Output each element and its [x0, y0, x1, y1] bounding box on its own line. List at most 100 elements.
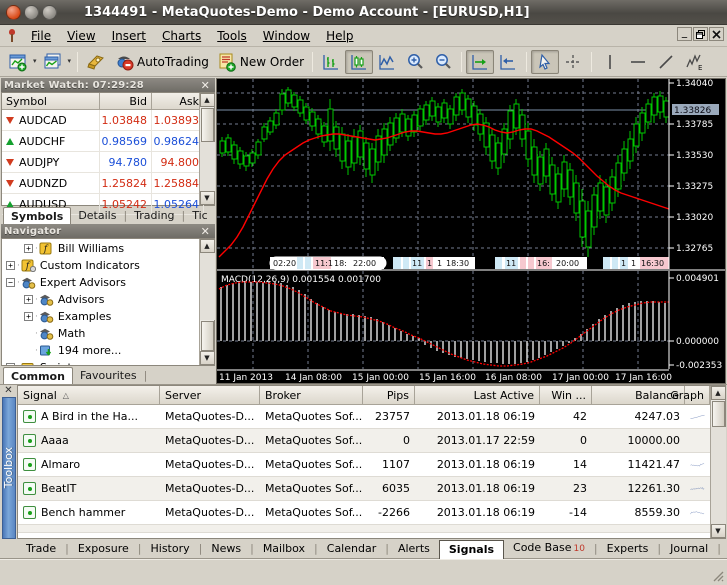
signals-scrollbar[interactable]: ▲ ▼: [710, 386, 726, 538]
zoom-in-button[interactable]: [401, 50, 429, 74]
metaeditor-button[interactable]: [82, 50, 110, 74]
tab-details[interactable]: Details: [71, 207, 123, 224]
tab-common[interactable]: Common: [3, 367, 73, 384]
market-watch-scrollbar[interactable]: ▲ ▼: [199, 93, 215, 205]
col-header-win[interactable]: Win ...: [540, 386, 592, 405]
bar-chart-button[interactable]: [317, 50, 345, 74]
menu-view[interactable]: View: [59, 27, 103, 45]
scrollbar-track[interactable]: [199, 253, 215, 320]
table-row[interactable]: A Bird in the Ha... MetaQuotes-D... Meta…: [18, 405, 710, 429]
market-watch-row[interactable]: AUDJPY 94.780 94.800: [2, 152, 204, 173]
col-header-broker[interactable]: Broker: [260, 386, 363, 405]
menu-insert[interactable]: Insert: [104, 27, 154, 45]
new-chart-button[interactable]: [4, 50, 32, 74]
window-minimize-button[interactable]: [24, 4, 39, 20]
tab-trading[interactable]: Trading: [127, 207, 181, 224]
menu-window[interactable]: Window: [255, 27, 318, 45]
nav-item-more[interactable]: · 194 more...: [2, 342, 199, 359]
table-row[interactable]: BeatIT MetaQuotes-D... MetaQuotes Sof...…: [18, 477, 710, 501]
expand-icon[interactable]: +: [24, 312, 33, 321]
chart-canvas[interactable]: 02:20 11:1 18: 22:00 11 1 1 18:30 11 16:…: [217, 79, 726, 384]
nav-item-bill-williams[interactable]: + · f Bill Williams: [2, 240, 199, 257]
col-header-last-active[interactable]: Last Active: [415, 386, 540, 405]
menu-file[interactable]: File: [23, 27, 59, 45]
market-watch-col-ask[interactable]: Ask: [152, 93, 204, 110]
market-watch-col-symbol[interactable]: Symbol: [2, 93, 100, 110]
menu-help[interactable]: Help: [318, 27, 361, 45]
scroll-up-icon[interactable]: ▲: [199, 93, 215, 107]
scrollbar-thumb[interactable]: [200, 321, 214, 351]
scroll-up-icon[interactable]: ▲: [199, 239, 215, 253]
market-watch-col-bid[interactable]: Bid: [100, 93, 152, 110]
tab-history[interactable]: History: [142, 540, 199, 558]
nav-item-advisors[interactable]: + · Advisors: [2, 291, 199, 308]
menu-tools[interactable]: Tools: [209, 27, 255, 45]
line-chart-button[interactable]: [373, 50, 401, 74]
vertical-line-tool-button[interactable]: [596, 50, 624, 74]
scroll-down-icon[interactable]: ▼: [199, 191, 215, 205]
tab-exposure[interactable]: Exposure: [69, 540, 138, 558]
nav-item-custom-indicators[interactable]: + · f Custom Indicators: [2, 257, 199, 274]
eurusd-h1-chart[interactable]: 02:20 11:1 18: 22:00 11 1 1 18:30 11 16:…: [216, 78, 726, 384]
chart-shift-button[interactable]: [466, 49, 495, 74]
tab-trade[interactable]: Trade: [17, 540, 65, 558]
tab-symbols[interactable]: Symbols: [3, 207, 72, 224]
new-chart-dropdown-arrow[interactable]: ▾: [33, 58, 37, 65]
tab-experts[interactable]: Experts: [598, 540, 658, 558]
menu-charts[interactable]: Charts: [154, 27, 209, 45]
navigator-scrollbar[interactable]: ▲ ▼: [199, 239, 215, 365]
navigator-close-icon[interactable]: ✕: [199, 225, 212, 238]
profiles-button[interactable]: [39, 50, 67, 74]
horizontal-line-tool-button[interactable]: [624, 50, 652, 74]
new-order-button[interactable]: New Order: [213, 50, 308, 74]
scroll-down-icon[interactable]: ▼: [199, 351, 215, 365]
expand-icon[interactable]: +: [6, 261, 15, 270]
mdi-close-button[interactable]: [709, 27, 724, 41]
scroll-down-icon[interactable]: ▼: [710, 524, 726, 538]
table-row-partial[interactable]: [18, 525, 710, 533]
candlestick-chart-button[interactable]: [345, 49, 374, 74]
scroll-up-icon[interactable]: ▲: [710, 386, 726, 400]
tab-calendar[interactable]: Calendar: [318, 540, 385, 558]
collapse-icon[interactable]: −: [6, 278, 15, 287]
profiles-dropdown-arrow[interactable]: ▾: [68, 58, 72, 65]
nav-item-examples[interactable]: + · Examples: [2, 308, 199, 325]
col-header-server[interactable]: Server: [160, 386, 260, 405]
tab-ticks[interactable]: Tic: [185, 207, 215, 224]
scrollbar-track[interactable]: [710, 427, 726, 524]
market-watch-row[interactable]: AUDNZD 1.25824 1.25884: [2, 173, 204, 194]
elliott-wave-tool-button[interactable]: E: [680, 50, 708, 74]
table-row[interactable]: Aaaa MetaQuotes-D... MetaQuotes Sof... 0…: [18, 429, 710, 453]
scrollbar-thumb[interactable]: [200, 108, 214, 142]
toolbox-close-icon[interactable]: ✕: [4, 385, 12, 397]
crosshair-tool-button[interactable]: [559, 50, 587, 74]
autotrading-button[interactable]: AutoTrading: [110, 50, 213, 74]
table-row[interactable]: Bench hammer MetaQuotes-D... MetaQuotes …: [18, 501, 710, 525]
tab-alerts[interactable]: Alerts: [389, 540, 439, 558]
nav-item-scripts[interactable]: + · Scripts: [2, 359, 199, 365]
tab-favourites[interactable]: Favourites: [73, 367, 144, 384]
cursor-tool-button[interactable]: [531, 49, 560, 74]
col-header-graph[interactable]: Graph: [670, 386, 710, 405]
tab-code-base[interactable]: Code Base 10: [504, 539, 594, 558]
mdi-minimize-button[interactable]: _: [677, 27, 692, 41]
nav-item-math[interactable]: · Math: [2, 325, 199, 342]
resize-grip-icon[interactable]: [711, 569, 725, 583]
nav-item-expert-advisors[interactable]: − · Expert Advisors: [2, 274, 199, 291]
zoom-out-button[interactable]: [429, 50, 457, 74]
window-close-button[interactable]: [6, 4, 21, 20]
market-watch-close-icon[interactable]: ✕: [199, 79, 212, 92]
tab-journal[interactable]: Journal: [661, 540, 717, 558]
table-row[interactable]: Almaro MetaQuotes-D... MetaQuotes Sof...…: [18, 453, 710, 477]
col-header-signal[interactable]: Signal △: [18, 386, 160, 405]
market-watch-row[interactable]: AUDCHF 0.98569 0.98624: [2, 131, 204, 152]
expand-icon[interactable]: +: [24, 295, 33, 304]
scrollbar-thumb[interactable]: [711, 401, 725, 427]
scrollbar-track[interactable]: [199, 142, 215, 191]
auto-scroll-button[interactable]: [494, 50, 522, 74]
tab-mailbox[interactable]: Mailbox: [254, 540, 314, 558]
expand-icon[interactable]: +: [6, 363, 15, 365]
window-maximize-button[interactable]: [42, 4, 57, 20]
market-watch-row[interactable]: AUDCAD 1.03848 1.03893: [2, 110, 204, 131]
mdi-restore-button[interactable]: [693, 27, 708, 41]
